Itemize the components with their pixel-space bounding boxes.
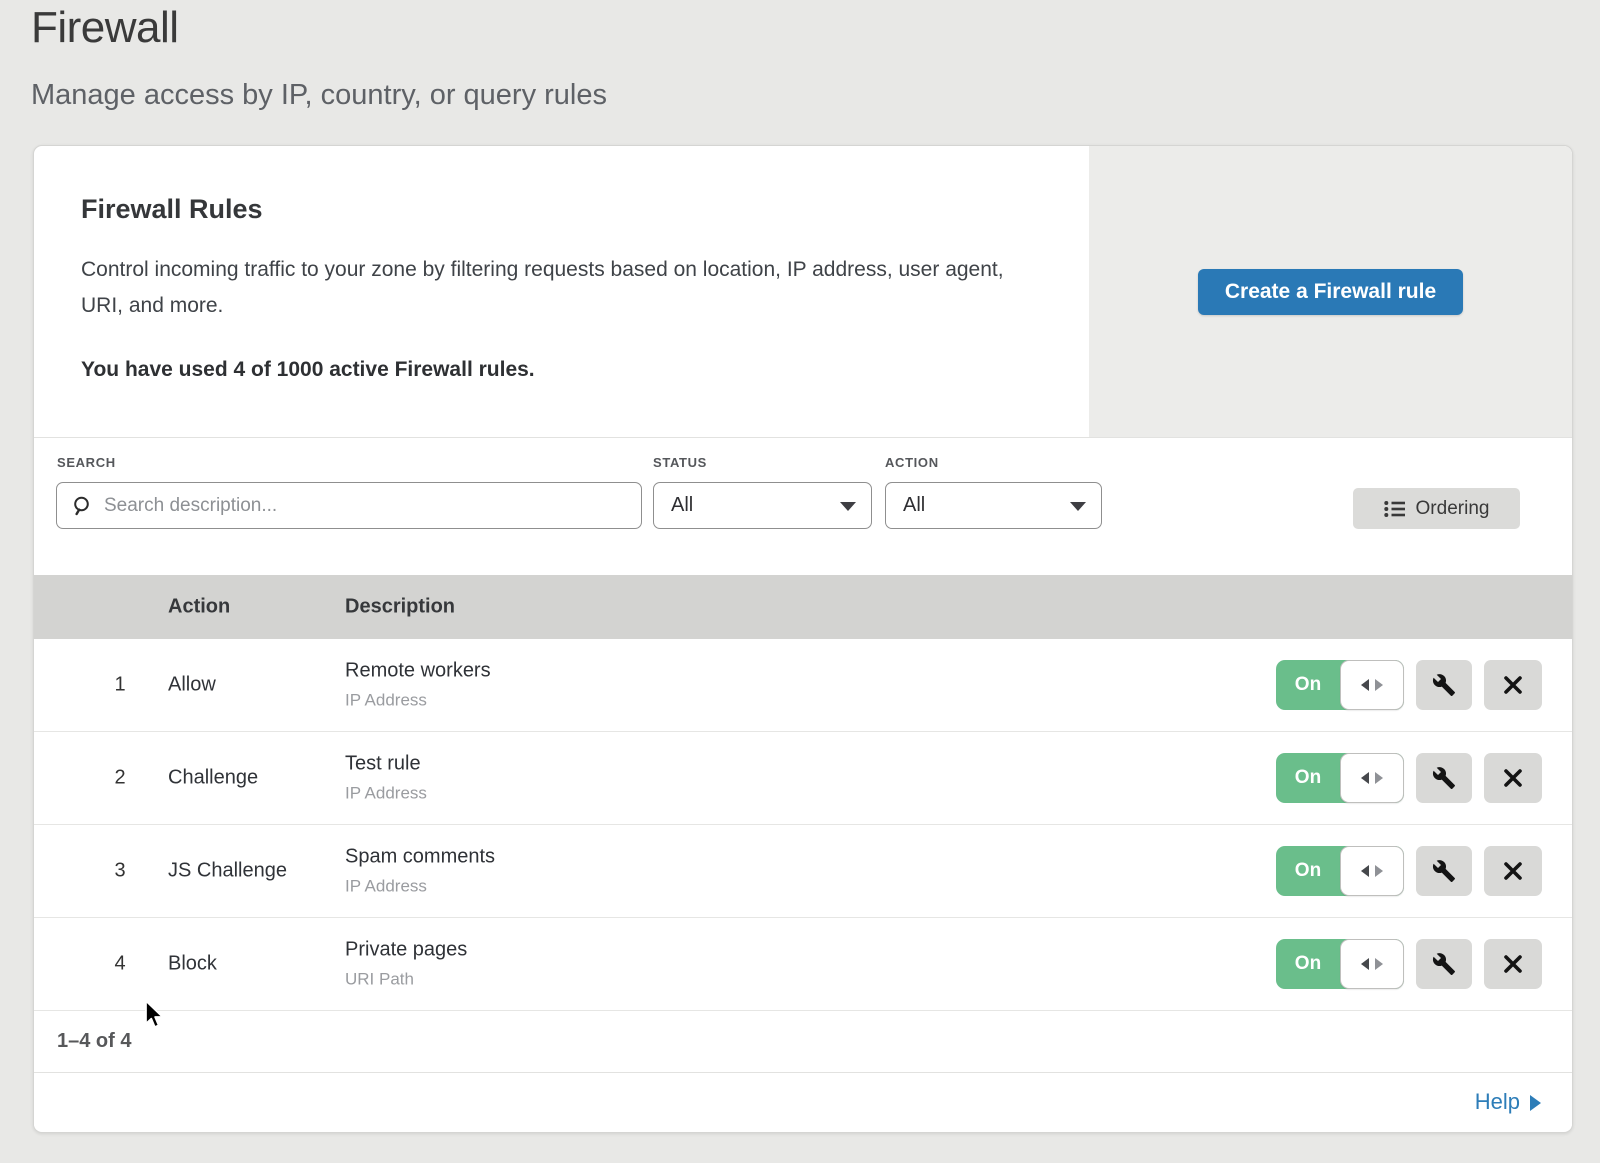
search-box	[56, 482, 642, 529]
triangle-right-icon	[1375, 865, 1383, 877]
triangle-right-icon	[1530, 1095, 1541, 1111]
help-link-label: Help	[1475, 1089, 1520, 1115]
delete-rule-button[interactable]	[1484, 939, 1542, 989]
help-link[interactable]: Help	[1475, 1089, 1541, 1115]
action-label: ACTION	[885, 455, 939, 470]
rule-match-type: IP Address	[345, 877, 495, 897]
table-row: 2 Challenge Test rule IP Address On	[34, 732, 1572, 825]
delete-rule-button[interactable]	[1484, 660, 1542, 710]
card-heading: Firewall Rules	[81, 194, 1049, 225]
status-label: STATUS	[653, 455, 707, 470]
rule-priority: 4	[102, 953, 138, 976]
wrench-icon	[1432, 952, 1456, 976]
triangle-right-icon	[1375, 958, 1383, 970]
rule-description-text: Test rule	[345, 753, 427, 776]
edit-rule-button[interactable]	[1416, 660, 1472, 710]
table-row: 4 Block Private pages URI Path On	[34, 918, 1572, 1011]
rule-priority: 2	[102, 767, 138, 790]
table-row: 1 Allow Remote workers IP Address On	[34, 639, 1572, 732]
page-subtitle: Manage access by IP, country, or query r…	[31, 79, 607, 112]
toggle-handle[interactable]	[1340, 660, 1404, 710]
rule-match-type: IP Address	[345, 784, 427, 804]
rule-match-type: URI Path	[345, 970, 467, 990]
toggle-handle[interactable]	[1340, 939, 1404, 989]
ordering-button[interactable]: Ordering	[1353, 488, 1520, 529]
action-select[interactable]: All	[885, 482, 1102, 529]
rule-priority: 1	[102, 674, 138, 697]
rule-match-type: IP Address	[345, 691, 491, 711]
rule-enabled-toggle[interactable]: On	[1276, 660, 1404, 710]
table-header: Action Description	[34, 575, 1572, 639]
ordered-list-icon	[1384, 500, 1405, 518]
rule-action: Block	[168, 953, 217, 976]
page-header: Firewall Manage access by IP, country, o…	[31, 0, 607, 112]
toggle-on-label: On	[1276, 660, 1340, 710]
toggle-on-label: On	[1276, 846, 1340, 896]
rule-description: Test rule IP Address	[345, 753, 427, 804]
x-icon	[1502, 767, 1524, 789]
search-input[interactable]	[56, 482, 642, 529]
rule-enabled-toggle[interactable]: On	[1276, 846, 1404, 896]
create-firewall-rule-button[interactable]: Create a Firewall rule	[1198, 269, 1463, 315]
firewall-rules-card: Firewall Rules Control incoming traffic …	[33, 145, 1573, 1133]
filters-section: SEARCH STATUS ACTION All All	[34, 437, 1572, 575]
edit-rule-button[interactable]	[1416, 753, 1472, 803]
rule-description: Remote workers IP Address	[345, 660, 491, 711]
intro-section: Firewall Rules Control incoming traffic …	[34, 146, 1572, 437]
rule-priority: 3	[102, 860, 138, 883]
rule-action: Allow	[168, 674, 216, 697]
column-header-description: Description	[345, 596, 455, 619]
status-select[interactable]: All	[653, 482, 872, 529]
column-header-action: Action	[168, 596, 230, 619]
search-label: SEARCH	[57, 455, 116, 470]
toggle-handle[interactable]	[1340, 753, 1404, 803]
x-icon	[1502, 860, 1524, 882]
create-rule-panel: Create a Firewall rule	[1089, 146, 1572, 437]
rule-description-text: Spam comments	[345, 846, 495, 869]
triangle-left-icon	[1361, 865, 1369, 877]
chevron-down-icon	[840, 502, 856, 511]
action-select-value: All	[903, 494, 925, 517]
status-select-value: All	[671, 494, 693, 517]
wrench-icon	[1432, 859, 1456, 883]
ordering-button-label: Ordering	[1416, 498, 1490, 520]
intro-text: Firewall Rules Control incoming traffic …	[34, 146, 1089, 437]
firewall-page: Firewall Manage access by IP, country, o…	[0, 0, 1600, 1163]
rule-enabled-toggle[interactable]: On	[1276, 939, 1404, 989]
rule-description: Private pages URI Path	[345, 939, 467, 990]
x-icon	[1502, 953, 1524, 975]
rule-enabled-toggle[interactable]: On	[1276, 753, 1404, 803]
edit-rule-button[interactable]	[1416, 939, 1472, 989]
triangle-left-icon	[1361, 772, 1369, 784]
toggle-on-label: On	[1276, 753, 1340, 803]
triangle-left-icon	[1361, 679, 1369, 691]
edit-rule-button[interactable]	[1416, 846, 1472, 896]
rule-description: Spam comments IP Address	[345, 846, 495, 897]
table-row: 3 JS Challenge Spam comments IP Address …	[34, 825, 1572, 918]
delete-rule-button[interactable]	[1484, 753, 1542, 803]
page-title: Firewall	[31, 2, 607, 54]
rule-action: JS Challenge	[168, 860, 287, 883]
delete-rule-button[interactable]	[1484, 846, 1542, 896]
wrench-icon	[1432, 766, 1456, 790]
rule-description-text: Private pages	[345, 939, 467, 962]
triangle-right-icon	[1375, 772, 1383, 784]
pagination-bar: 1–4 of 4	[34, 1011, 1572, 1073]
triangle-right-icon	[1375, 679, 1383, 691]
usage-summary: You have used 4 of 1000 active Firewall …	[81, 358, 1049, 382]
card-description: Control incoming traffic to your zone by…	[81, 252, 1026, 324]
toggle-handle[interactable]	[1340, 846, 1404, 896]
rule-description-text: Remote workers	[345, 660, 491, 683]
triangle-left-icon	[1361, 958, 1369, 970]
rule-action: Challenge	[168, 767, 258, 790]
wrench-icon	[1432, 673, 1456, 697]
chevron-down-icon	[1070, 502, 1086, 511]
pagination-range: 1–4 of 4	[57, 1030, 131, 1053]
card-footer: Help	[34, 1073, 1572, 1130]
toggle-on-label: On	[1276, 939, 1340, 989]
x-icon	[1502, 674, 1524, 696]
